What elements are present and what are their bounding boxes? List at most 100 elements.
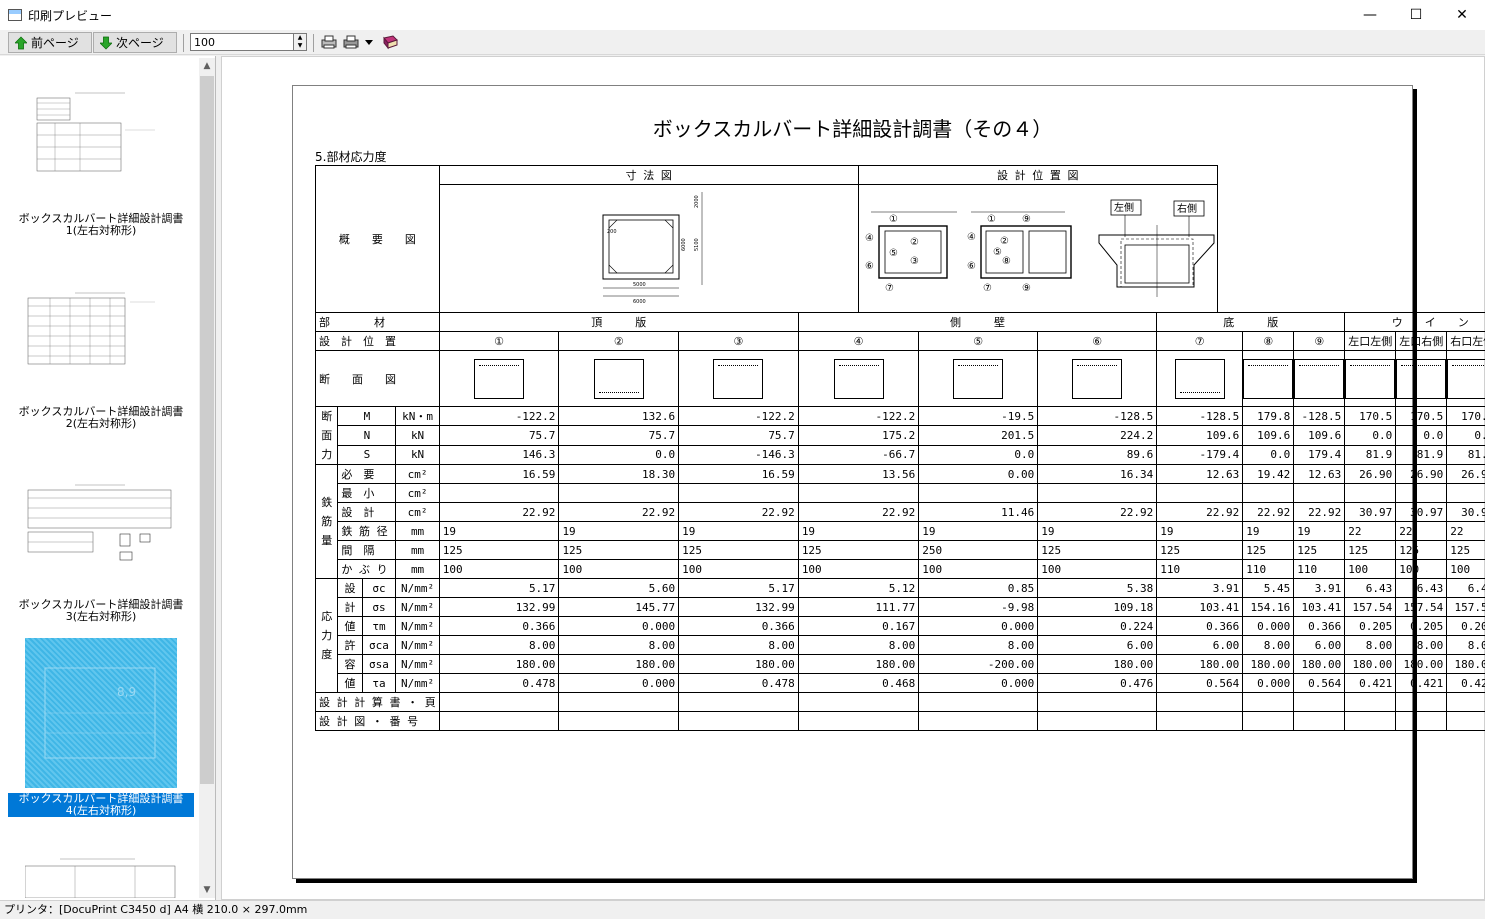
minimize-button[interactable]: — [1347,0,1393,30]
empty-cell [918,692,1039,712]
value-cell: 22.92 [558,502,680,522]
value-cell [1156,483,1244,503]
value-cell: 109.6 [1156,425,1244,446]
value-cell: 125 [1037,540,1158,560]
data-row: 設 計 cm² 22.92 22.92 22.92 22.92 11.46 22.92 22.9… [316,502,1485,522]
book-icon[interactable] [381,34,399,50]
page-thumbnail-1[interactable] [25,85,177,191]
value-cell: 0.85 [918,578,1039,598]
zoom-spinner[interactable]: ▲ ▼ [293,33,307,51]
value-cell [1344,483,1397,503]
position-marker: ⑦ [983,283,992,294]
maximize-button[interactable]: ☐ [1393,0,1439,30]
value-cell: 5.12 [797,578,920,598]
empty-cell [1242,711,1295,731]
value-cell: 179.8 [1242,405,1295,427]
row-unit: kN [395,444,440,466]
value-cell: 157.54 [1446,597,1485,617]
value-cell: 0.000 [918,673,1039,693]
prev-page-button[interactable]: 前ページ [8,32,92,53]
row-symbol: τm [361,616,397,636]
group-char: 断 [321,410,333,423]
value-cell: 0.421 [1446,673,1485,693]
value-cell: 125 [1293,540,1346,560]
thumbnail-preview: 8,9 [44,667,156,759]
section-diagram [1243,358,1293,399]
value-cell: 6.00 [1037,635,1158,655]
close-button[interactable]: ✕ [1439,0,1485,30]
thumbnail-label-4[interactable]: ボックスカルバート詳細設計調書4(左右対称形) [8,793,194,817]
position-header: 設 計 位 置 図 [857,165,1218,185]
toolbar-separator [183,34,184,52]
position-marker: ③ [910,256,919,267]
section-diagram [953,358,1004,399]
spin-down-icon[interactable]: ▼ [294,42,306,50]
rebar-line [838,364,879,366]
dropdown-arrow-icon[interactable] [364,34,374,50]
value-cell: 8.00 [438,635,560,655]
value-cell: 12.63 [1293,464,1346,484]
dim-text: 200 [607,229,617,235]
right-side-label: 右側 [1177,202,1197,215]
zoom-input[interactable] [190,33,295,51]
section-row: 断 面 図 [315,350,1485,407]
value-cell: 170.5 [1344,405,1397,427]
value-cell: 22.92 [1242,502,1295,522]
value-cell: 5.38 [1037,578,1158,598]
row-unit: cm² [395,502,440,522]
position-marker: ④ [865,233,874,244]
thumbnail-label-1[interactable]: ボックスカルバート詳細設計調書1(左右対称形) [8,213,194,237]
position-label: 設 計 位 置 [315,331,440,351]
member-group: 側 壁 [797,312,1158,332]
value-cell [678,483,799,503]
spin-up-icon[interactable]: ▲ [294,34,306,42]
thumbnail-label-2[interactable]: ボックスカルバート詳細設計調書2(左右対称形) [8,406,194,430]
print-setup-icon[interactable] [320,34,338,50]
value-cell: 16.59 [678,464,799,484]
scroll-thumb[interactable] [200,76,214,784]
printer-icon[interactable] [342,34,360,50]
member-group: ウ イ ン グ [1344,312,1485,332]
empty-cell [1395,711,1448,731]
value-cell: 180.00 [1242,654,1295,674]
next-page-label: 次ページ [116,36,164,50]
value-cell: -128.5 [1037,405,1158,427]
page-thumbnail-4[interactable]: 8,9 [25,638,177,788]
section-diagram-cell [797,350,920,407]
scroll-up-icon[interactable]: ▲ [199,58,215,74]
value-cell: 0.0 [558,444,680,466]
value-cell: 22.92 [678,502,799,522]
empty-cell [1446,711,1485,731]
value-cell: 100 [918,559,1039,579]
value-cell: 0.421 [1395,673,1448,693]
value-cell: 19 [558,521,680,541]
page-thumbnail-5[interactable] [24,853,177,899]
value-cell: 250 [918,540,1039,560]
thumbnail-label-3[interactable]: ボックスカルバート詳細設計調書3(左右対称形) [8,599,194,623]
scroll-down-icon[interactable]: ▼ [199,882,215,898]
next-page-button[interactable]: 次ページ [93,32,177,53]
value-cell: 30.97 [1446,502,1485,522]
value-cell: 100 [1395,559,1448,579]
position-col-header: ⑥ [1037,331,1158,351]
page-thumbnail-2[interactable] [25,290,177,396]
group-char: 度 [321,648,333,661]
value-cell: 100 [1344,559,1397,579]
row-unit: mm [395,540,440,560]
section-heading: 5.部材応力度 [315,150,387,164]
rebar-line [1179,391,1220,393]
value-cell: 109.6 [1242,425,1295,446]
thumbnail-scrollbar[interactable]: ▲ ▼ [199,58,215,898]
position-drawing: ① ② ③ ④ ⑤ ⑥ ⑦ ① ⑨ ② ⑤ ⑧ ④ ⑥ ⑦ ⑨ 左側 右側 [865,199,1215,297]
arrow-down-icon [100,36,112,49]
group-char: 力 [321,629,333,642]
value-cell: 22.92 [797,502,920,522]
empty-cell [797,692,920,712]
page-thumbnail-3[interactable] [25,482,177,588]
value-cell: 180.00 [1395,654,1448,674]
row-unit: kN・m [395,405,440,427]
value-cell: 6.43 [1446,578,1485,598]
value-cell: 0.478 [678,673,799,693]
value-cell: 0.421 [1344,673,1397,693]
position-col-header: ③ [678,331,799,351]
